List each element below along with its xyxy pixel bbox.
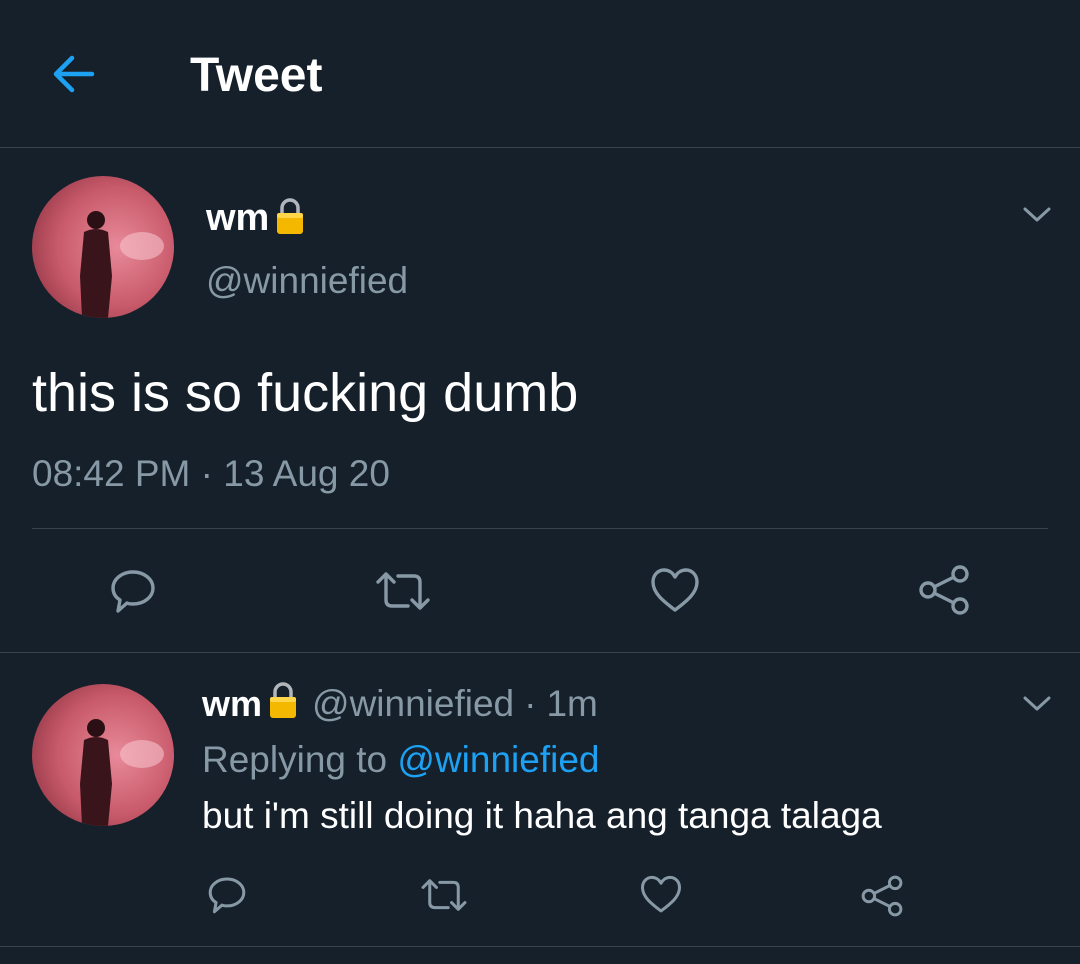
author-name-row: wm (206, 196, 305, 240)
lock-icon (268, 680, 298, 729)
mention-link[interactable]: @winniefied (397, 739, 599, 780)
display-name[interactable]: wm (202, 683, 262, 725)
lock-icon (275, 196, 305, 241)
chevron-down-icon[interactable] (1022, 694, 1052, 714)
tweet-timestamp: 08:42 PM · 13 Aug 20 (32, 453, 390, 494)
display-name[interactable]: wm (206, 197, 269, 240)
tweet-age: 1m (546, 683, 598, 724)
page-title: Tweet (190, 49, 323, 102)
tweet-detail-screen: Tweet wm @winniefied this is so fucking … (0, 0, 1080, 964)
reply-icon[interactable] (106, 564, 160, 618)
reply-header-row: wm @winniefied · 1m (202, 680, 598, 729)
avatar[interactable] (32, 684, 174, 826)
back-arrow-icon[interactable] (48, 50, 98, 98)
replying-to-line: Replying to @winniefied (202, 738, 600, 782)
reply-icon[interactable] (204, 872, 250, 918)
divider (32, 528, 1048, 529)
retweet-icon[interactable] (418, 872, 470, 918)
avatar[interactable] (32, 176, 174, 318)
chevron-down-icon[interactable] (1022, 205, 1052, 225)
top-app-bar: Tweet (0, 0, 1080, 148)
divider (0, 946, 1080, 947)
reply-text: but i'm still doing it haha ang tanga ta… (202, 795, 882, 836)
like-icon[interactable] (648, 564, 702, 618)
separator: · (524, 683, 537, 724)
retweet-icon[interactable] (372, 564, 434, 618)
share-icon[interactable] (916, 562, 972, 618)
share-icon[interactable] (858, 872, 906, 920)
like-icon[interactable] (638, 872, 684, 918)
author-handle[interactable]: @winniefied (206, 260, 408, 302)
replying-to-label: Replying to (202, 739, 388, 780)
author-handle[interactable]: @winniefied (312, 683, 514, 725)
divider (0, 652, 1080, 653)
tweet-text: this is so fucking dumb (32, 363, 579, 423)
